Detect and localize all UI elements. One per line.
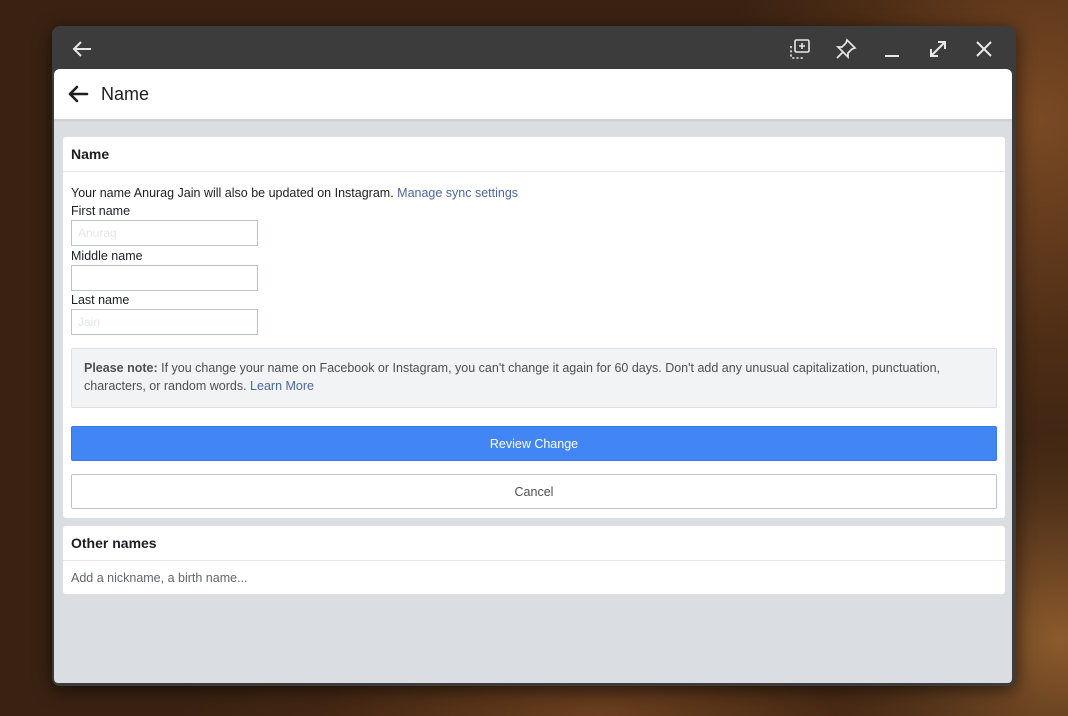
page-content: Name Name Your name Anurag Jain will als… xyxy=(54,69,1012,683)
last-name-field[interactable]: Jain xyxy=(71,309,258,335)
maximize-icon xyxy=(930,41,946,57)
window-back-button[interactable] xyxy=(67,34,97,64)
first-name-value: Anurag xyxy=(78,226,117,240)
cancel-button[interactable]: Cancel xyxy=(71,474,997,509)
middle-name-label: Middle name xyxy=(71,249,143,263)
note-text: If you change your name on Facebook or I… xyxy=(84,361,941,393)
last-name-label: Last name xyxy=(71,293,130,307)
page-header: Name xyxy=(54,69,1012,120)
middle-name-field[interactable] xyxy=(71,265,258,291)
note-label: Please note: xyxy=(84,361,158,375)
arrow-left-icon xyxy=(72,41,91,57)
pin-button[interactable] xyxy=(831,34,861,64)
learn-more-link[interactable]: Learn More xyxy=(250,379,314,393)
app-window: Name Name Your name Anurag Jain will als… xyxy=(52,26,1016,686)
manage-sync-link[interactable]: Manage sync settings xyxy=(397,186,518,200)
sync-info: Your name Anurag Jain will also be updat… xyxy=(71,186,518,200)
pin-icon xyxy=(835,38,857,60)
first-name-field[interactable]: Anurag xyxy=(71,220,258,246)
first-name-label: First name xyxy=(71,204,131,218)
name-section-heading: Name xyxy=(63,137,1005,172)
other-names-heading: Other names xyxy=(63,526,1005,561)
screenshot-button[interactable] xyxy=(785,34,815,64)
name-change-note: Please note: If you change your name on … xyxy=(71,348,997,408)
last-name-value: Jain xyxy=(78,315,101,329)
review-change-button[interactable]: Review Change xyxy=(71,426,997,461)
minimize-icon xyxy=(885,55,899,57)
back-button[interactable] xyxy=(65,81,91,107)
screenshot-select-icon xyxy=(790,39,810,59)
name-card: Name Your name Anurag Jain will also be … xyxy=(62,136,1006,519)
add-other-name-link[interactable]: Add a nickname, a birth name... xyxy=(63,561,1005,594)
arrow-left-icon xyxy=(68,85,89,103)
maximize-button[interactable] xyxy=(923,34,953,64)
minimize-button[interactable] xyxy=(877,34,907,64)
close-icon xyxy=(976,41,992,57)
sync-info-text: Your name Anurag Jain will also be updat… xyxy=(71,186,394,200)
other-names-card: Other names Add a nickname, a birth name… xyxy=(62,525,1006,595)
title-bar xyxy=(52,26,1016,70)
close-button[interactable] xyxy=(969,34,999,64)
page-title: Name xyxy=(101,83,150,104)
